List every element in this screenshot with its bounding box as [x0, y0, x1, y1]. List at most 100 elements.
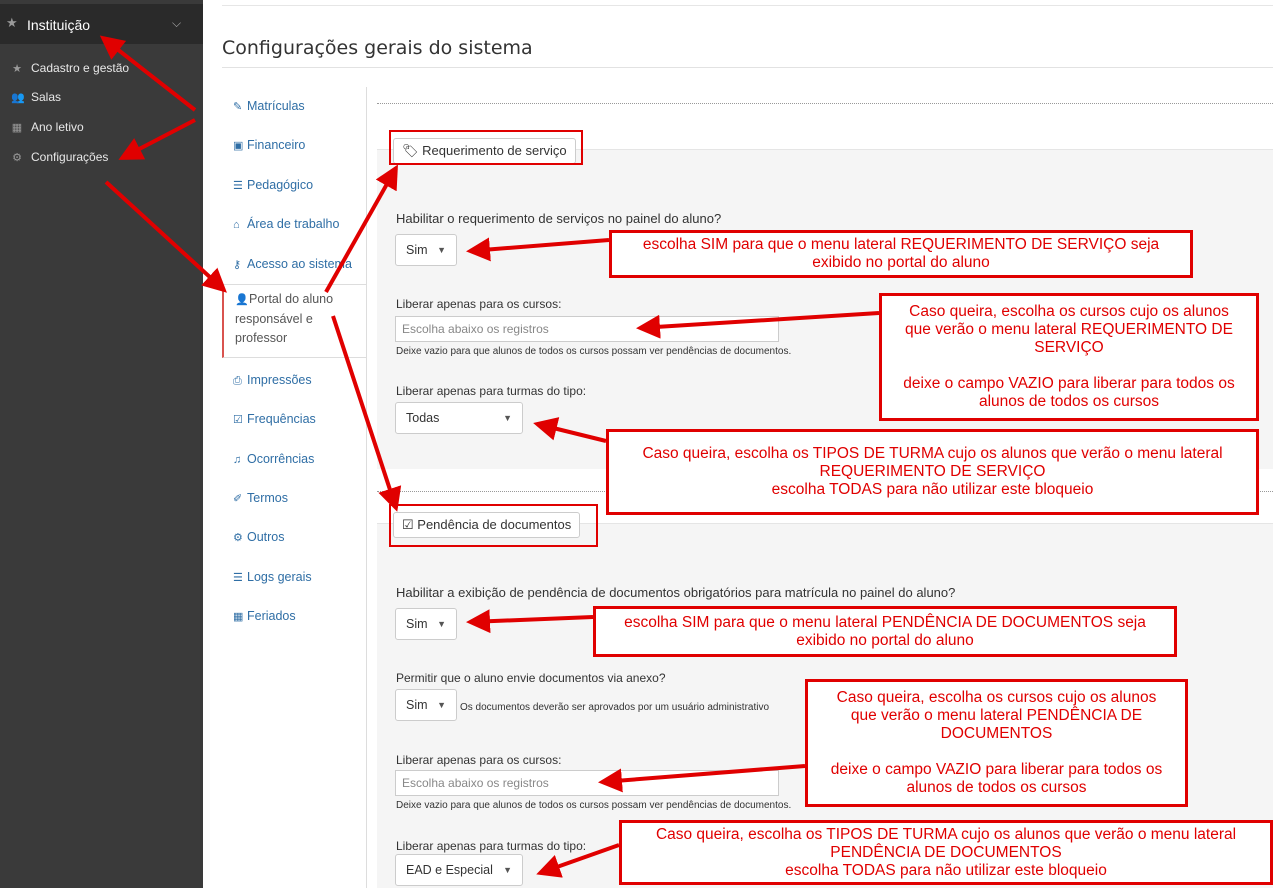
pendencia-enable-select[interactable]: Sim ▼: [395, 608, 457, 640]
requerimento-enable-select[interactable]: Sim ▼: [395, 234, 457, 266]
chevron-down-icon: ▼: [437, 700, 446, 710]
key-icon: ⚷: [233, 259, 242, 271]
page-title: Configurações gerais do sistema: [222, 37, 533, 59]
settings-nav-area-trabalho[interactable]: ⌂ Área de trabalho: [222, 217, 367, 231]
select-value: Sim: [406, 243, 428, 257]
callout-line: alunos de todos os cursos: [906, 779, 1087, 796]
callout-line: exibido no portal do aluno: [796, 631, 974, 649]
settings-nav-label: Impressões: [247, 373, 312, 387]
sidebar-item-salas[interactable]: 👥 Salas: [11, 90, 61, 104]
callout-line: exibido no portal do aluno: [812, 254, 990, 271]
select-value: Sim: [406, 617, 428, 631]
check-square-icon: ☑: [233, 414, 243, 426]
settings-nav-label: Outros: [247, 530, 285, 544]
settings-nav-acesso[interactable]: ⚷ Acesso ao sistema: [222, 257, 367, 271]
top-bar: [222, 0, 1273, 6]
settings-nav-label: Acesso ao sistema: [247, 257, 352, 271]
sidebar-item-label: Configurações: [31, 150, 109, 164]
select-value: EAD e Especial: [406, 863, 493, 877]
settings-nav-label: Frequências: [247, 412, 316, 426]
highlight-pendencia: [389, 504, 598, 547]
settings-nav-ocorrencias[interactable]: ♫ Ocorrências: [222, 452, 367, 466]
settings-nav-financeiro[interactable]: ▣ Financeiro: [222, 138, 367, 152]
callout-line: Caso queira, escolha os TIPOS DE TURMA c…: [642, 445, 1223, 462]
chevron-down-icon: ▼: [503, 865, 512, 875]
select-value: Todas: [406, 411, 440, 425]
settings-nav-impressoes[interactable]: ⎙ Impressões: [222, 373, 367, 388]
pendencia-courses-input[interactable]: Escolha abaixo os registros: [395, 770, 779, 796]
pendencia-attach-select[interactable]: Sim ▼: [395, 689, 457, 721]
calendar-icon: ▦: [11, 121, 23, 134]
pendencia-types-select[interactable]: EAD e Especial ▼: [395, 854, 523, 886]
settings-nav-feriados[interactable]: ▦ Feriados: [222, 609, 367, 623]
settings-nav-label: Portal do aluno responsável e professor: [235, 292, 334, 345]
callout-line: deixe o campo VAZIO para liberar para to…: [903, 375, 1235, 392]
pendencia-courses-label: Liberar apenas para os cursos:: [396, 753, 562, 767]
pendencia-enable-question: Habilitar a exibição de pendência de doc…: [396, 585, 956, 600]
bell-icon: ♫: [233, 454, 242, 466]
calendar-icon: ▦: [233, 611, 244, 623]
settings-nav-outros[interactable]: ⚙ Outros: [222, 530, 367, 544]
chevron-down-icon[interactable]: ⌵: [172, 16, 181, 31]
settings-nav-portal[interactable]: 👤Portal do aluno responsável e professor: [222, 284, 367, 358]
callout-line: escolha SIM para que o menu lateral PEND…: [624, 613, 1146, 631]
pendencia-attach-label: Permitir que o aluno envie documentos vi…: [396, 671, 666, 685]
settings-nav-label: Pedagógico: [247, 178, 314, 192]
settings-nav-label: Ocorrências: [247, 452, 315, 466]
print-icon: ⎙: [233, 375, 242, 387]
settings-nav-label: Logs gerais: [247, 570, 312, 584]
callout-line: SERVIÇO: [1034, 339, 1104, 356]
user-icon: 👤: [235, 294, 249, 306]
settings-nav-logs[interactable]: ☰ Logs gerais: [222, 570, 367, 584]
edit-icon: ✎: [233, 101, 243, 113]
list-icon: ☰: [233, 572, 243, 584]
callout-line: Caso queira, escolha os cursos cujo os a…: [909, 303, 1229, 320]
callout-line: deixe o campo VAZIO para liberar para to…: [830, 761, 1163, 778]
star-icon: ★: [12, 62, 22, 75]
gears-icon: ⚙: [12, 151, 22, 164]
pendencia-types-label: Liberar apenas para turmas do tipo:: [396, 839, 587, 853]
callout-pend-enable: escolha SIM para que o menu lateral PEND…: [593, 606, 1177, 657]
callout-line: escolha TODAS para não utilizar este blo…: [785, 861, 1107, 879]
sidebar-item-cadastro[interactable]: ★ Cadastro e gestão: [11, 61, 129, 75]
pendencia-attach-hint: Os documentos deverão ser aprovados por …: [460, 702, 770, 713]
settings-nav-label: Feriados: [247, 609, 296, 623]
settings-nav-pedagogico[interactable]: ☰ Pedagógico: [222, 178, 367, 192]
settings-nav-label: Financeiro: [247, 138, 306, 152]
callout-line: Caso queira, escolha os cursos cujo os a…: [836, 689, 1157, 706]
section-divider: [377, 103, 1273, 104]
settings-nav-termos[interactable]: ✐ Termos: [222, 491, 367, 505]
sidebar-item-label: Cadastro e gestão: [31, 61, 130, 75]
settings-nav-matriculas[interactable]: ✎ Matrículas: [222, 99, 367, 113]
requerimento-courses-input[interactable]: Escolha abaixo os registros: [395, 316, 779, 342]
settings-nav-label: Termos: [247, 491, 288, 505]
settings-nav-label: Matrículas: [247, 99, 305, 113]
sidebar-item-label: Salas: [31, 90, 62, 104]
callout-line: escolha SIM para que o menu lateral REQU…: [642, 236, 1160, 253]
callout-line: REQUERIMENTO DE SERVIÇO: [819, 463, 1046, 480]
pencil-icon: ✐: [233, 493, 243, 505]
chevron-down-icon: ▼: [503, 413, 512, 423]
callout-pend-types: Caso queira, escolha os TIPOS DE TURMA c…: [619, 820, 1273, 885]
requerimento-courses-label: Liberar apenas para os cursos:: [396, 297, 562, 311]
list-icon: ☰: [233, 180, 243, 192]
sidebar-item-configuracoes[interactable]: ⚙ Configurações: [11, 150, 108, 164]
sidebar-item-ano-letivo[interactable]: ▦ Ano letivo: [11, 120, 84, 134]
callout-line: DOCUMENTOS: [940, 725, 1053, 742]
callout-gap: [890, 357, 1248, 375]
callout-line: Caso queira, escolha os TIPOS DE TURMA c…: [655, 825, 1237, 843]
callout-req-types: Caso queira, escolha os TIPOS DE TURMA c…: [606, 429, 1259, 515]
settings-nav-frequencias[interactable]: ☑ Frequências: [222, 412, 367, 426]
callout-line: que verão o menu lateral REQUERIMENTO DE: [905, 321, 1233, 338]
callout-line: escolha TODAS para não utilizar este blo…: [771, 481, 1094, 498]
chevron-down-icon: ▼: [437, 245, 446, 255]
sidebar-header-instituicao[interactable]: ★ Instituição ⌵: [0, 4, 203, 44]
users-icon: 👥: [11, 91, 25, 104]
requerimento-types-select[interactable]: Todas ▼: [395, 402, 523, 434]
requerimento-courses-hint: Deixe vazio para que alunos de todos os …: [396, 346, 792, 357]
callout-req-courses: Caso queira, escolha os cursos cujo os a…: [879, 293, 1259, 421]
pendencia-courses-hint: Deixe vazio para que alunos de todos os …: [396, 800, 792, 811]
callout-req-enable: escolha SIM para que o menu lateral REQU…: [609, 230, 1193, 278]
select-value: Sim: [406, 698, 428, 712]
title-divider: [222, 67, 1273, 68]
